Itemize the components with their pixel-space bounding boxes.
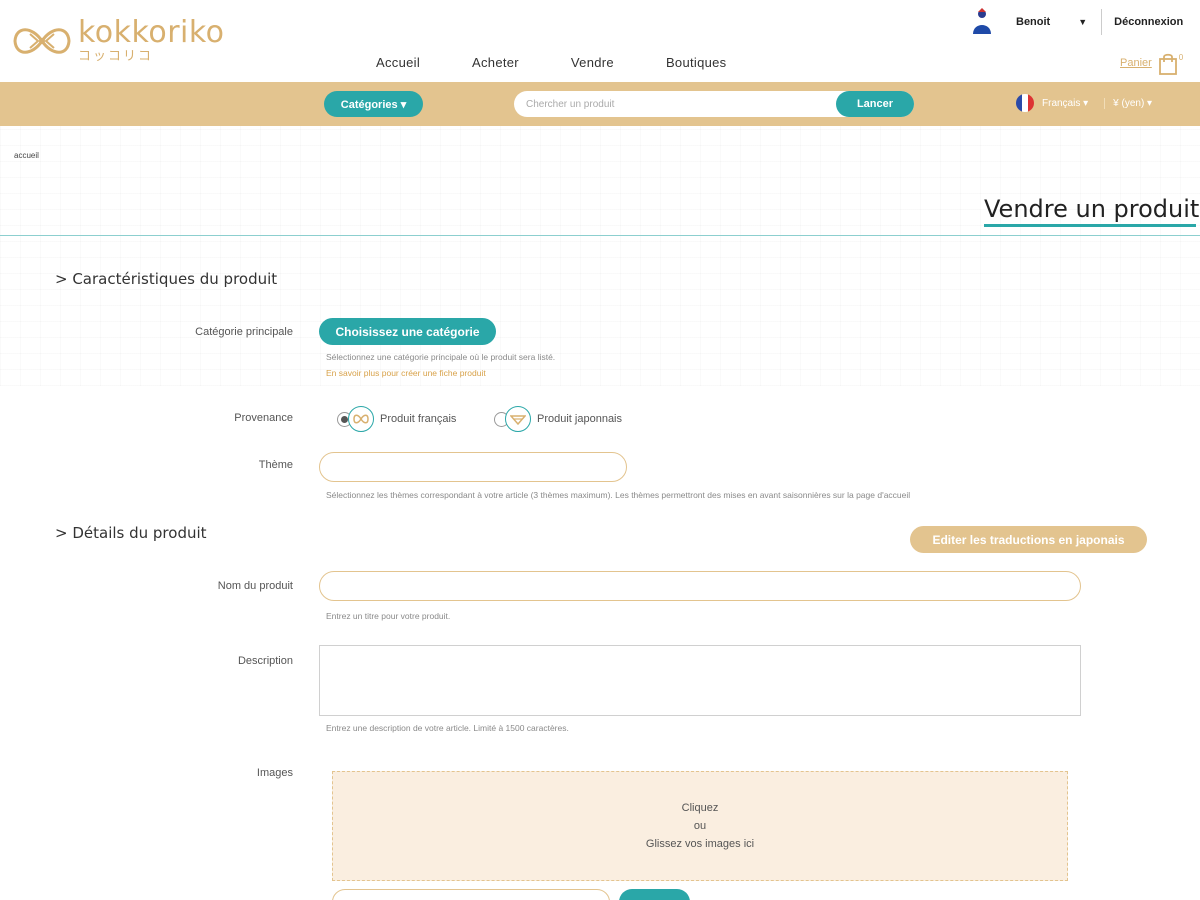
top-header: kokkoriko コッコリコ Benoit ▼ Déconnexion Acc… <box>0 0 1200 82</box>
description-help-text: Entrez une description de votre article.… <box>326 723 569 733</box>
product-name-label: Nom du produit <box>217 580 293 592</box>
radio-produit-francais[interactable]: Produit français <box>337 406 456 432</box>
description-label: Description <box>237 655 293 667</box>
title-underline <box>984 224 1196 227</box>
description-textarea[interactable] <box>319 645 1081 716</box>
dropzone-text: Cliquez <box>681 802 719 814</box>
cart-label[interactable]: Panier <box>1120 57 1152 69</box>
bow-icon <box>348 406 374 432</box>
theme-label: Thème <box>258 459 293 471</box>
category-label: Catégorie principale <box>195 326 293 338</box>
logout-link[interactable]: Déconnexion <box>1114 16 1183 28</box>
product-name-input[interactable] <box>319 571 1081 601</box>
search-input[interactable] <box>514 91 844 117</box>
page-title: Vendre un produit <box>984 195 1200 223</box>
currency-select[interactable]: ¥ (yen) ▾ <box>1104 97 1152 109</box>
language-select[interactable]: Français ▾ <box>1042 98 1088 109</box>
main-nav: Accueil Acheter Vendre Boutiques <box>350 55 752 70</box>
dropzone-text: Glissez vos images ici <box>645 838 755 850</box>
search-button[interactable]: Lancer <box>836 91 914 117</box>
radio-label[interactable]: Produit japonnais <box>537 413 622 425</box>
image-url-button[interactable] <box>619 889 690 900</box>
user-menu[interactable]: Benoit ▼ Déconnexion <box>970 8 1183 36</box>
dropzone-text: ou <box>693 820 707 832</box>
logo-wordmark: kokkoriko <box>78 15 225 50</box>
logo-katakana: コッコリコ <box>78 49 154 64</box>
categories-button[interactable]: Catégories ▾ <box>324 91 423 117</box>
radio-label[interactable]: Produit français <box>380 413 456 425</box>
chevron-down-icon[interactable]: ▼ <box>1078 17 1087 27</box>
locale-selector: Français ▾ ¥ (yen) ▾ <box>1016 94 1152 112</box>
section-heading-characteristics: > Caractéristiques du produit <box>55 270 278 288</box>
user-name[interactable]: Benoit <box>1016 16 1050 28</box>
nav-boutiques[interactable]: Boutiques <box>666 55 727 70</box>
decorative-background <box>0 126 1200 386</box>
product-name-help-text: Entrez un titre pour votre produit. <box>326 611 451 621</box>
cart-link[interactable]: Panier 0 <box>1120 53 1183 75</box>
search-box: Lancer <box>514 91 914 117</box>
nav-accueil[interactable]: Accueil <box>376 55 420 70</box>
french-flag-icon[interactable] <box>1016 94 1034 112</box>
nav-acheter[interactable]: Acheter <box>472 55 519 70</box>
fan-icon <box>505 406 531 432</box>
image-dropzone[interactable]: Cliquez ou Glissez vos images ici <box>332 771 1068 881</box>
category-help-text: Sélectionnez une catégorie principale où… <box>326 352 556 362</box>
avatar <box>973 8 991 34</box>
images-label: Images <box>256 767 293 779</box>
provenance-label: Provenance <box>234 412 293 424</box>
search-band: Catégories ▾ Lancer Français ▾ ¥ (yen) ▾ <box>0 82 1200 126</box>
theme-input[interactable] <box>319 452 627 482</box>
edit-translations-button[interactable]: Editer les traductions en japonais <box>910 526 1147 553</box>
radio-produit-japonais[interactable]: Produit japonnais <box>494 406 622 432</box>
site-logo[interactable]: kokkoriko コッコリコ <box>12 18 225 63</box>
section-heading-details: > Détails du produit <box>55 524 207 542</box>
divider <box>0 235 1200 236</box>
logo-bow-icon <box>13 27 71 54</box>
divider <box>1101 9 1103 35</box>
category-help-link[interactable]: En savoir plus pour créer une fiche prod… <box>326 368 486 378</box>
breadcrumb[interactable]: accueil <box>14 151 39 160</box>
choose-category-button[interactable]: Choisissez une catégorie <box>319 318 496 345</box>
shopping-bag-icon[interactable] <box>1158 53 1178 75</box>
theme-help-text: Sélectionnez les thèmes correspondant à … <box>326 490 911 500</box>
nav-vendre[interactable]: Vendre <box>571 55 614 70</box>
cart-count-badge: 0 <box>1178 53 1184 62</box>
image-url-input[interactable] <box>332 889 610 900</box>
